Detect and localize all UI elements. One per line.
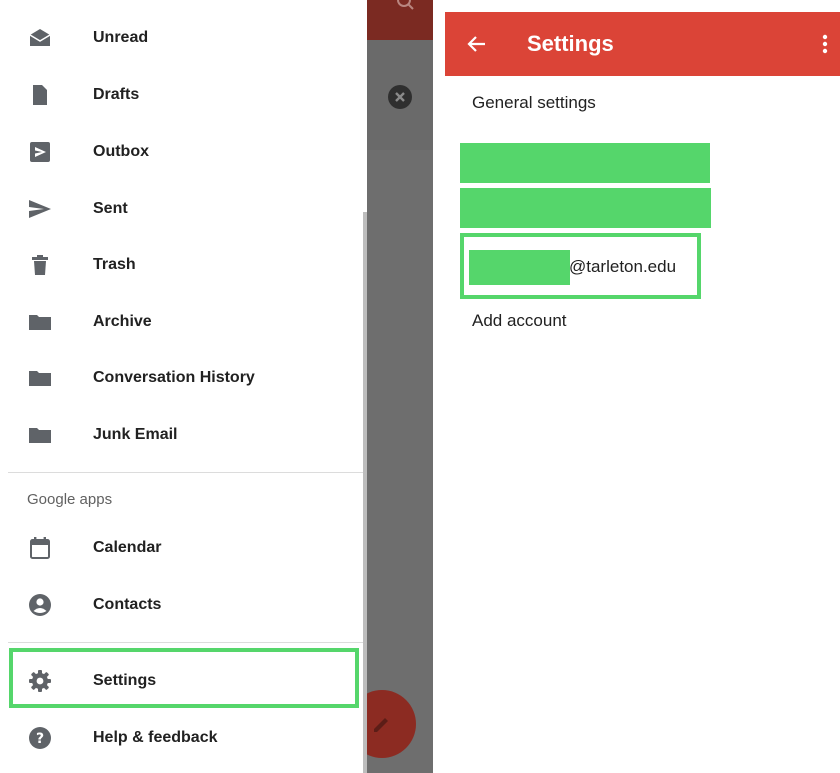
search-icon: [397, 0, 414, 10]
navigation-drawer: Unread Drafts Outbox Sent Trash Archive …: [0, 0, 367, 773]
drawer-item-label: Drafts: [93, 86, 140, 103]
drawer-item-label: Junk Email: [93, 426, 178, 443]
drawer-item-junk-email[interactable]: Junk Email: [0, 407, 367, 463]
general-settings-item[interactable]: General settings: [472, 93, 596, 113]
drawer-item-trash[interactable]: Trash: [0, 237, 367, 293]
left-screenshot: Unread Drafts Outbox Sent Trash Archive …: [0, 0, 433, 773]
svg-text:?: ?: [36, 731, 44, 747]
account-email-suffix: @tarleton.edu: [569, 257, 677, 276]
drawer-item-label: Conversation History: [93, 369, 255, 386]
drawer-item-calendar[interactable]: Calendar: [0, 520, 367, 576]
trash-icon: [28, 253, 52, 277]
add-account-item[interactable]: Add account: [472, 311, 567, 331]
outbox-icon: [28, 140, 52, 164]
drawer-item-conversation-history[interactable]: Conversation History: [0, 350, 367, 406]
close-circle-icon: [388, 85, 412, 109]
drawer-item-label: Unread: [93, 29, 149, 46]
file-icon: [28, 83, 52, 107]
help-icon: ?: [28, 726, 52, 750]
page-title: Settings: [527, 31, 614, 56]
calendar-icon: [28, 536, 52, 560]
send-icon: [28, 197, 52, 221]
settings-highlight-box: [9, 648, 359, 708]
settings-appbar: Settings: [445, 12, 840, 76]
drawer-item-label: Sent: [93, 200, 128, 217]
folder-icon: [28, 310, 52, 334]
folder-icon: [28, 366, 52, 390]
redacted-account-1[interactable]: [460, 143, 710, 183]
drawer-item-drafts[interactable]: Drafts: [0, 67, 367, 123]
redacted-username: [469, 250, 570, 285]
google-apps-heading: Google apps: [27, 491, 113, 508]
envelope-open-icon: [28, 26, 52, 50]
drawer-item-label: Help & feedback: [93, 729, 218, 746]
drawer-item-sent[interactable]: Sent: [0, 181, 367, 237]
drawer-item-label: Trash: [93, 256, 136, 273]
drawer-item-outbox[interactable]: Outbox: [0, 124, 367, 180]
back-arrow-icon[interactable]: [465, 32, 489, 56]
drawer-item-label: Archive: [93, 313, 152, 330]
redacted-account-2[interactable]: [460, 188, 711, 228]
drawer-item-label: Contacts: [93, 596, 162, 613]
pencil-icon: [374, 718, 388, 732]
folder-icon: [28, 423, 52, 447]
more-vert-icon[interactable]: [819, 32, 831, 56]
drawer-item-label: Outbox: [93, 143, 149, 160]
settings-screen: Settings General settings @tarleton.edu …: [445, 12, 840, 773]
drawer-divider: [8, 642, 367, 643]
drawer-item-help-feedback[interactable]: ? Help & feedback: [0, 710, 367, 766]
drawer-item-contacts[interactable]: Contacts: [0, 577, 367, 633]
drawer-item-archive[interactable]: Archive: [0, 294, 367, 350]
account-circle-icon: [28, 593, 52, 617]
drawer-item-unread[interactable]: Unread: [0, 10, 367, 66]
drawer-divider: [8, 472, 367, 473]
drawer-scrollbar[interactable]: [363, 212, 367, 773]
drawer-item-label: Calendar: [93, 539, 162, 556]
